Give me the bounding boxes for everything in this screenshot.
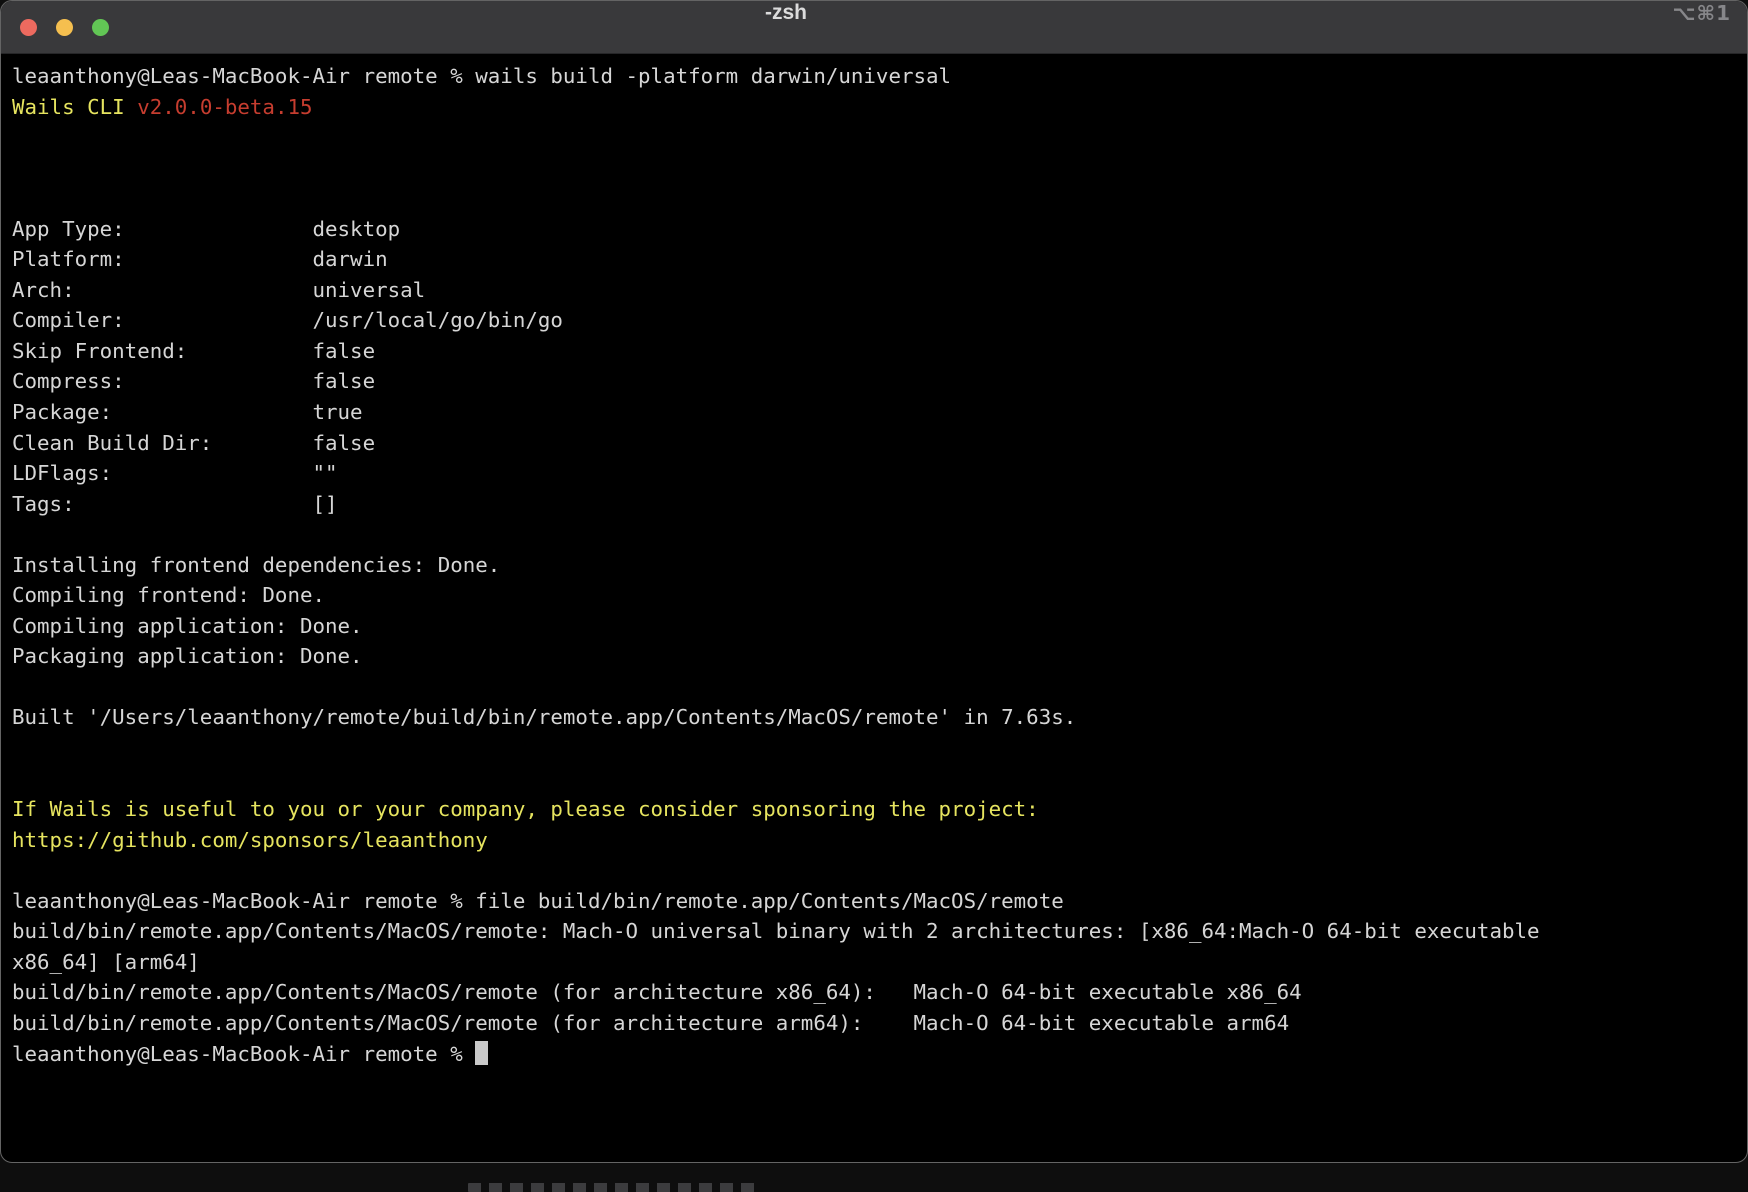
prompt-text: leaanthony@Leas-MacBook-Air remote % (12, 1042, 475, 1066)
close-button[interactable] (20, 19, 37, 36)
prompt-line-file-command: leaanthony@Leas-MacBook-Air remote % fil… (12, 886, 1747, 917)
built-result-line: Built '/Users/leaanthony/remote/build/bi… (12, 702, 1747, 733)
blank-line (12, 122, 1747, 153)
config-line-skip-frontend: Skip Frontend: false (12, 336, 1747, 367)
window-title: -zsh (701, 1, 871, 54)
blank-line (12, 855, 1747, 886)
sponsor-message-line: If Wails is useful to you or your compan… (12, 794, 1747, 825)
wails-version-label: v2.0.0-beta.15 (137, 95, 312, 119)
config-line-package: Package: true (12, 397, 1747, 428)
config-line-ldflags: LDFlags: "" (12, 458, 1747, 489)
file-output-x86-line: build/bin/remote.app/Contents/MacOS/remo… (12, 977, 1747, 1008)
prompt-line: leaanthony@Leas-MacBook-Air remote % wai… (12, 61, 1747, 92)
config-line-clean-build-dir: Clean Build Dir: false (12, 428, 1747, 459)
status-line-dependencies: Installing frontend dependencies: Done. (12, 550, 1747, 581)
sponsor-link-line: https://github.com/sponsors/leaanthony (12, 825, 1747, 856)
blank-line (12, 183, 1747, 214)
blank-line (12, 519, 1747, 550)
blank-line (12, 153, 1747, 184)
config-line-compiler: Compiler: /usr/local/go/bin/go (12, 305, 1747, 336)
version-line: Wails CLI v2.0.0-beta.15 (12, 92, 1747, 123)
file-output-wrap-line: x86_64] [arm64] (12, 947, 1747, 978)
config-line-app-type: App Type: desktop (12, 214, 1747, 245)
status-line-compile-app: Compiling application: Done. (12, 611, 1747, 642)
minimize-button[interactable] (56, 19, 73, 36)
blank-line (12, 672, 1747, 703)
blank-line (12, 764, 1747, 795)
terminal-window: -zsh ⌥⌘1 leaanthony@Leas-MacBook-Air rem… (0, 0, 1748, 1163)
file-output-arm-line: build/bin/remote.app/Contents/MacOS/remo… (12, 1008, 1747, 1039)
blank-line (12, 733, 1747, 764)
terminal-screen[interactable]: leaanthony@Leas-MacBook-Air remote % wai… (1, 54, 1747, 1162)
active-prompt-line: leaanthony@Leas-MacBook-Air remote % (12, 1039, 1747, 1070)
config-line-platform: Platform: darwin (12, 244, 1747, 275)
file-output-line: build/bin/remote.app/Contents/MacOS/remo… (12, 916, 1747, 947)
text-cursor (475, 1041, 488, 1065)
config-line-arch: Arch: universal (12, 275, 1747, 306)
status-line-compile-frontend: Compiling frontend: Done. (12, 580, 1747, 611)
config-line-tags: Tags: [] (12, 489, 1747, 520)
background-window-fragment (468, 1183, 758, 1192)
status-line-package-app: Packaging application: Done. (12, 641, 1747, 672)
wails-cli-label: Wails CLI (12, 95, 137, 119)
tab-shortcut-label: ⌥⌘1 (1672, 1, 1731, 54)
traffic-lights (20, 19, 109, 36)
titlebar[interactable]: -zsh ⌥⌘1 (1, 1, 1747, 54)
config-line-compress: Compress: false (12, 366, 1747, 397)
zoom-button[interactable] (92, 19, 109, 36)
